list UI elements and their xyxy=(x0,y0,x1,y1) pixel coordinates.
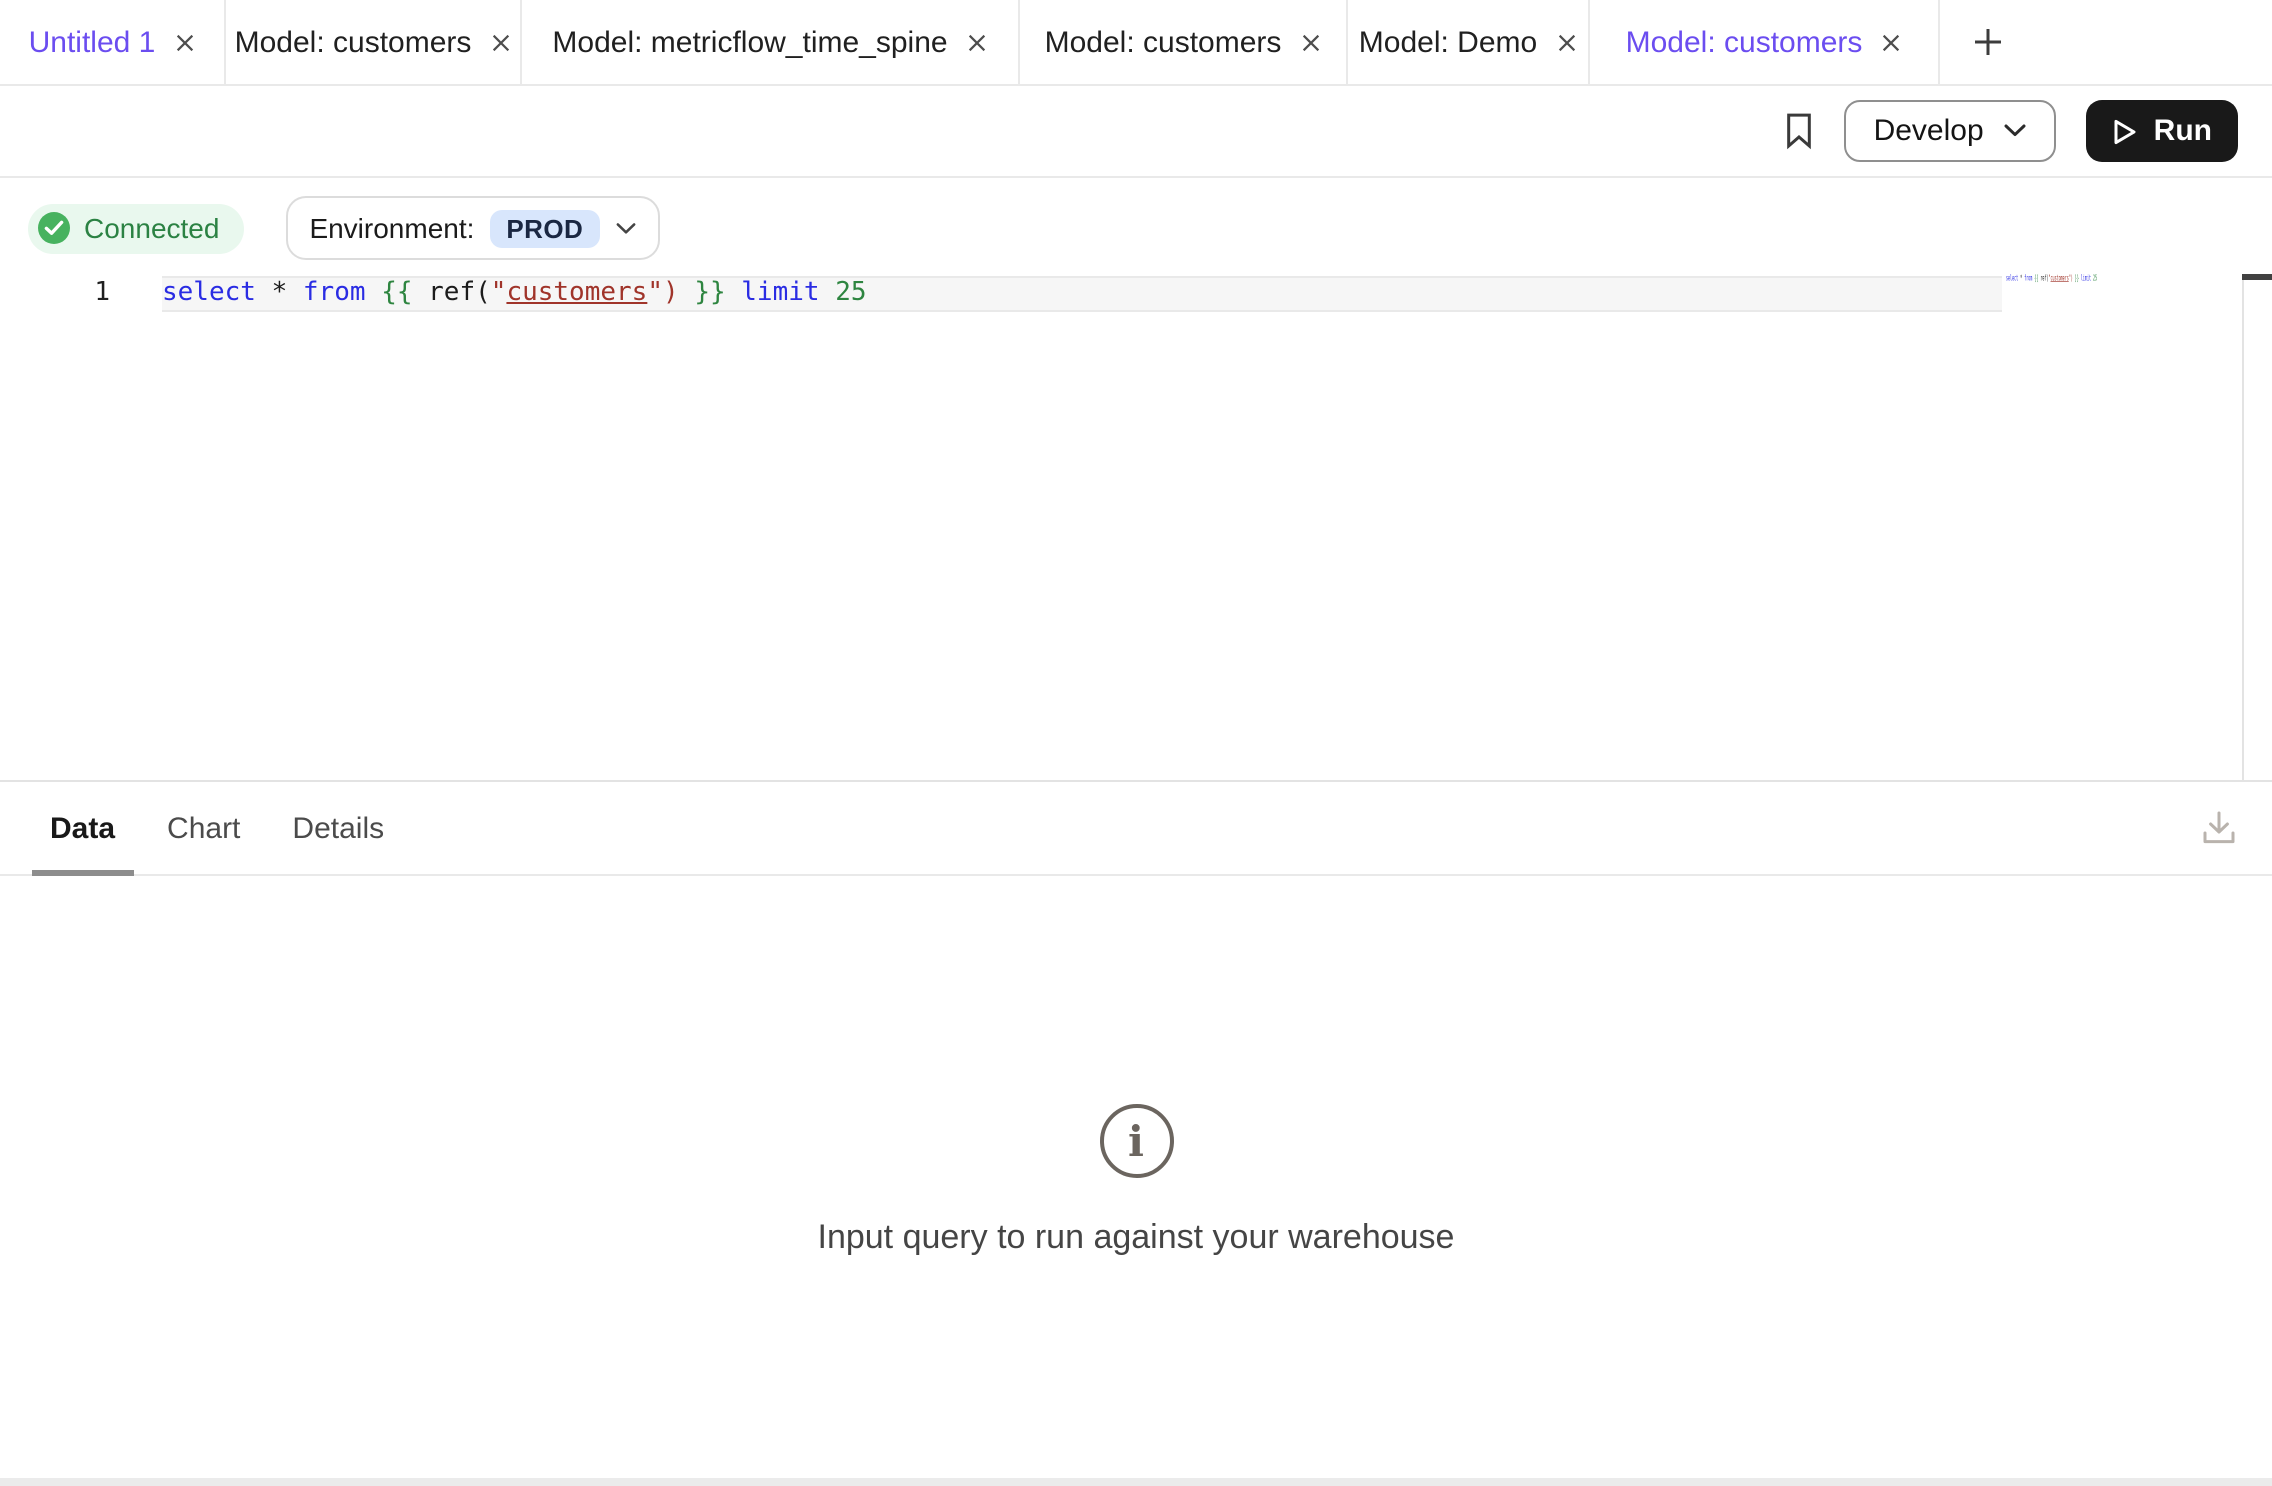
info-icon: i xyxy=(1099,1104,1173,1178)
tab-chart[interactable]: Chart xyxy=(149,782,258,874)
close-icon[interactable] xyxy=(173,31,195,53)
tab-model-demo[interactable]: Model: Demo xyxy=(1348,0,1590,84)
active-tab-underline xyxy=(32,870,133,876)
environment-selector[interactable]: Environment: PROD xyxy=(285,196,659,260)
connection-status-badge: Connected xyxy=(28,203,243,253)
run-button[interactable]: Run xyxy=(2086,100,2238,162)
tab-label: Model: customers xyxy=(235,25,472,59)
tab-model-customers-1[interactable]: Model: customers xyxy=(226,0,522,84)
bottom-edge-bar xyxy=(0,1478,2272,1486)
develop-dropdown-button[interactable]: Develop xyxy=(1844,100,2056,162)
minimap[interactable]: select * from {{ ref("customers") }} lim… xyxy=(2006,274,2097,282)
info-glyph: i xyxy=(1128,1120,1144,1162)
bookmark-button[interactable] xyxy=(1784,112,1814,150)
close-icon[interactable] xyxy=(1880,31,1902,53)
empty-state: i Input query to run against your wareho… xyxy=(0,876,2272,1258)
results-panel: Data Chart Details xyxy=(0,780,2272,1486)
scrollbar-thumb[interactable] xyxy=(2242,274,2272,280)
download-icon xyxy=(2198,808,2240,848)
tab-data[interactable]: Data xyxy=(32,782,133,874)
ide-window: Untitled 1 Model: customers Model: metri… xyxy=(0,0,2272,1486)
run-label: Run xyxy=(2154,114,2212,148)
tab-label: Model: Demo xyxy=(1359,25,1537,59)
code-line[interactable]: select * from {{ ref("customers") }} lim… xyxy=(162,276,867,312)
line-number: 1 xyxy=(80,276,110,312)
bookmark-icon xyxy=(1784,112,1814,150)
plus-icon xyxy=(1972,26,2004,58)
tab-label: Model: metricflow_time_spine xyxy=(552,25,947,59)
download-button[interactable] xyxy=(2198,808,2240,848)
close-icon[interactable] xyxy=(489,31,511,53)
tab-model-customers-3[interactable]: Model: customers xyxy=(1590,0,1940,84)
tab-data-label: Data xyxy=(50,811,115,845)
tab-label: Model: customers xyxy=(1045,25,1282,59)
tab-untitled-1[interactable]: Untitled 1 xyxy=(0,0,226,84)
tab-details[interactable]: Details xyxy=(274,782,402,874)
editor-tab-bar: Untitled 1 Model: customers Model: metri… xyxy=(0,0,2272,86)
check-circle-icon xyxy=(38,212,70,244)
connection-status-label: Connected xyxy=(84,212,219,244)
scrollbar-track-edge xyxy=(2242,280,2244,780)
chevron-down-icon xyxy=(615,221,635,235)
chevron-down-icon xyxy=(2004,124,2026,138)
close-icon[interactable] xyxy=(966,31,988,53)
tab-details-label: Details xyxy=(292,811,384,845)
environment-value-badge: PROD xyxy=(490,209,599,247)
new-tab-button[interactable] xyxy=(1940,0,2036,84)
status-row: Connected Environment: PROD xyxy=(28,196,659,260)
editor-toolbar: Develop Run xyxy=(0,86,2272,178)
environment-label: Environment: xyxy=(309,212,474,244)
tab-chart-label: Chart xyxy=(167,811,240,845)
close-icon[interactable] xyxy=(1299,31,1321,53)
develop-label: Develop xyxy=(1874,114,1984,148)
empty-state-message: Input query to run against your warehous… xyxy=(818,1218,1455,1258)
tab-label: Model: customers xyxy=(1626,25,1863,59)
play-icon xyxy=(2112,117,2138,145)
editor-pane: Connected Environment: PROD 1 select * f… xyxy=(0,176,2272,1486)
tab-model-metricflow-time-spine[interactable]: Model: metricflow_time_spine xyxy=(522,0,1020,84)
results-tab-bar: Data Chart Details xyxy=(0,782,2272,876)
close-icon[interactable] xyxy=(1555,31,1577,53)
tab-label: Untitled 1 xyxy=(29,25,156,59)
tab-model-customers-2[interactable]: Model: customers xyxy=(1020,0,1348,84)
